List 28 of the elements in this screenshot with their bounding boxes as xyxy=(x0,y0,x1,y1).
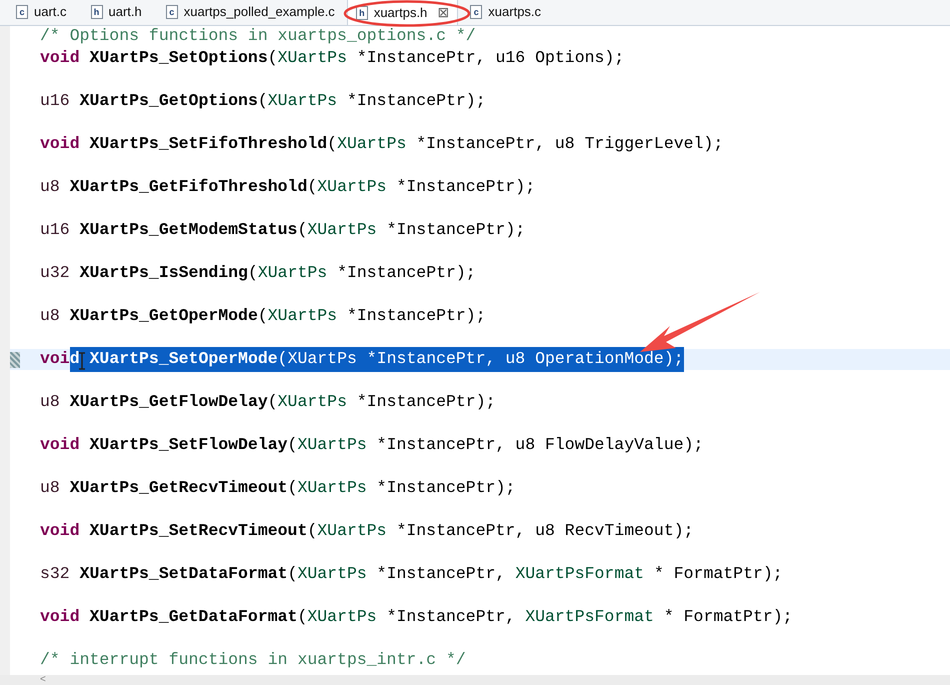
code-line: u8 XUartPs_GetOperMode(XUartPs *InstancePtr); xyxy=(40,304,486,327)
file-icon: c xyxy=(166,5,178,19)
tab-label: xuartps.c xyxy=(488,3,542,22)
file-icon: h xyxy=(90,5,103,19)
tab-label: xuartps.h xyxy=(374,4,428,22)
code-line: void XUartPs_SetOperMode(XUartPs *InstancePtr, u8 OperationMode); xyxy=(40,346,684,372)
code-line: void XUartPs_GetDataFormat(XUartPs *InstancePtr, XUartPsFormat * FormatPtr); xyxy=(40,606,793,628)
code-line: void XUartPs_SetOptions(XUartPs *InstancePtr, u16 Options); xyxy=(40,46,624,69)
file-icon: c xyxy=(470,5,482,19)
code-line: u8 XUartPs_GetFifoThreshold(XUartPs *InstancePtr); xyxy=(40,176,536,198)
file-icon: c xyxy=(16,5,28,19)
code-line: u32 XUartPs_IsSending(XUartPs *InstancePtr); xyxy=(40,262,476,284)
code-line: void XUartPs_SetRecvTimeout(XUartPs *InstancePtr, u8 RecvTimeout); xyxy=(40,520,694,542)
gutter-marker-icon xyxy=(10,352,20,368)
code-line: u8 XUartPs_GetFlowDelay(XUartPs *InstancePtr); xyxy=(40,390,496,413)
code-line: u8 XUartPs_GetRecvTimeout(XUartPs *InstancePtr); xyxy=(40,476,516,499)
tab-label: xuartps_polled_example.c xyxy=(184,3,335,22)
text-cursor-icon xyxy=(78,352,86,370)
close-icon[interactable]: ⊠ xyxy=(437,2,450,23)
tab-label: uart.c xyxy=(34,3,67,22)
tab-label: uart.h xyxy=(108,3,142,22)
code-line: void XUartPs_SetFifoThreshold(XUartPs *InstancePtr, u8 TriggerLevel); xyxy=(40,132,724,155)
code-comment: /* interrupt functions in xuartps_intr.c */ xyxy=(40,648,466,671)
code-line: s32 XUartPs_SetDataFormat(XUartPs *InstancePtr, XUartPsFormat * FormatPtr); xyxy=(40,562,783,585)
code-line: u16 XUartPs_GetOptions(XUartPs *InstancePtr); xyxy=(40,90,486,112)
code-line: u16 XUartPs_GetModemStatus(XUartPs *InstancePtr); xyxy=(40,218,526,241)
code-line: void XUartPs_SetFlowDelay(XUartPs *InstancePtr, u8 FlowDelayValue); xyxy=(40,434,704,456)
code-comment: /* Options functions in xuartps_options.c */ xyxy=(40,26,476,48)
